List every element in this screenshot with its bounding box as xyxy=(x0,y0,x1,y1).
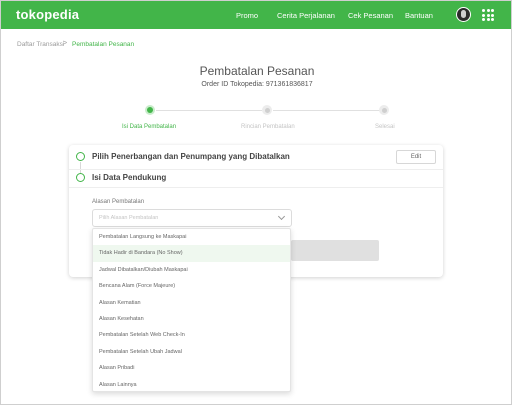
step-2-dot xyxy=(262,105,272,115)
dropdown-option[interactable]: Bencana Alam (Force Majeure) xyxy=(93,278,290,294)
page-title: Pembatalan Pesanan xyxy=(199,64,315,78)
dropdown-option[interactable]: Pembatalan Langsung ke Maskapai xyxy=(93,229,290,245)
user-avatar[interactable] xyxy=(456,7,471,22)
section-divider xyxy=(69,187,443,188)
apps-grid-icon[interactable] xyxy=(482,9,494,21)
edit-button[interactable]: Edit xyxy=(396,150,436,164)
step-1-dot xyxy=(145,105,155,115)
dropdown-option[interactable]: Pembatalan Setelah Ubah Jadwal xyxy=(93,344,290,360)
section-divider xyxy=(69,169,443,170)
step-2-label: Rincian Pembatalan xyxy=(241,124,295,130)
dropdown-option[interactable]: Pembatalan Setelah Web Check-In xyxy=(93,327,290,343)
tokopedia-logo[interactable]: tokopedia xyxy=(16,7,79,22)
nav-cek-pesanan[interactable]: Cek Pesanan xyxy=(348,11,393,20)
step-3-dot xyxy=(379,105,389,115)
breadcrumb-daftar-transaksi[interactable]: Daftar Transaksi xyxy=(17,41,64,48)
reason-select-placeholder: Pilih Alasan Pembatalan xyxy=(99,215,159,221)
step-connector xyxy=(156,110,262,111)
step-connector xyxy=(273,110,381,111)
nav-promo[interactable]: Promo xyxy=(236,11,258,20)
submit-button[interactable] xyxy=(291,240,379,261)
page-frame: tokopedia Promo Cerita Perjalanan Cek Pe… xyxy=(0,0,512,405)
top-navbar: tokopedia Promo Cerita Perjalanan Cek Pe… xyxy=(1,1,511,29)
section-2-circle-icon xyxy=(76,173,85,182)
section-1-title: Pilih Penerbangan dan Penumpang yang Dib… xyxy=(92,152,290,161)
nav-bantuan[interactable]: Bantuan xyxy=(405,11,433,20)
nav-cerita-perjalanan[interactable]: Cerita Perjalanan xyxy=(277,11,335,20)
section-2-title: Isi Data Pendukung xyxy=(92,173,167,182)
dropdown-option-highlighted[interactable]: Tidak Hadir di Bandara (No Show) xyxy=(93,245,290,262)
breadcrumb-separator: > xyxy=(63,40,68,47)
breadcrumb-pembatalan-pesanan: Pembatalan Pesanan xyxy=(72,41,135,48)
step-3-label: Selesai xyxy=(375,124,395,130)
chevron-down-icon xyxy=(277,212,286,221)
reason-dropdown-menu: Pembatalan Langsung ke Maskapai Tidak Ha… xyxy=(92,228,291,392)
dropdown-option[interactable]: Jadwal Dibatalkan/Diubah Maskapai xyxy=(93,262,290,278)
section-1-circle-icon xyxy=(76,152,85,161)
order-id: Order ID Tokopedia: 971361836817 xyxy=(201,81,313,88)
reason-field-label: Alasan Pembatalan xyxy=(92,199,145,205)
dropdown-option[interactable]: Alasan Lainnya xyxy=(93,377,290,393)
reason-select[interactable]: Pilih Alasan Pembatalan xyxy=(92,209,292,227)
dropdown-option[interactable]: Alasan Kematian xyxy=(93,295,290,311)
dropdown-option[interactable]: Alasan Pribadi xyxy=(93,360,290,376)
dropdown-option[interactable]: Alasan Kesehatan xyxy=(93,311,290,327)
step-1-label: Isi Data Pembatalan xyxy=(122,124,177,130)
